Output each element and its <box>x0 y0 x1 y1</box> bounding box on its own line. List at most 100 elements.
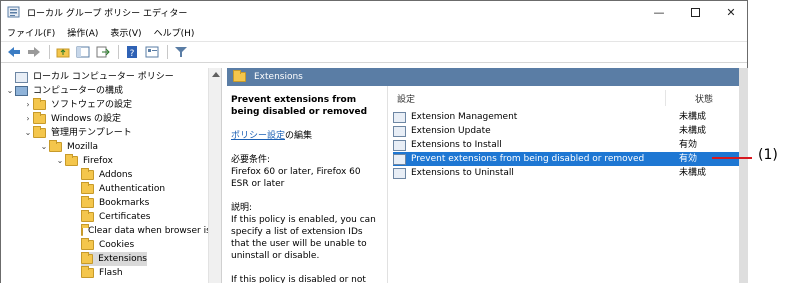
chevron-down-icon[interactable]: ⌄ <box>23 126 33 140</box>
tree-item-computer-configuration[interactable]: ⌄ コンピューターの構成 <box>5 84 123 98</box>
column-header-state[interactable]: 状態 <box>695 92 713 105</box>
policy-description-pane: Prevent extensions from being disabled o… <box>231 94 381 283</box>
back-button[interactable] <box>5 43 23 61</box>
policy-state: 有効 <box>679 154 698 164</box>
maximize-button[interactable] <box>677 1 713 23</box>
tree-item-extensions[interactable]: Extensions <box>81 252 147 266</box>
content-header-title: Extensions <box>254 72 303 82</box>
menu-file[interactable]: ファイル(F) <box>7 26 55 39</box>
tree-item-software-settings[interactable]: › ソフトウェアの設定 <box>23 98 132 112</box>
folder-icon <box>81 182 94 194</box>
export-list-button[interactable] <box>94 43 112 61</box>
chevron-right-icon[interactable]: › <box>23 98 33 112</box>
policy-name: Extension Management <box>411 112 518 122</box>
window-title: ローカル グループ ポリシー エディター <box>27 9 188 19</box>
folder-icon <box>81 168 94 180</box>
content-scrollbar[interactable] <box>739 68 748 283</box>
toolbar-separator <box>118 45 119 59</box>
chevron-down-icon[interactable]: ⌄ <box>55 154 65 168</box>
minimize-button[interactable]: — <box>641 1 677 23</box>
show-hide-tree-button[interactable] <box>74 43 92 61</box>
folder-icon <box>33 126 46 138</box>
group-policy-editor-icon <box>7 6 20 18</box>
title-bar: ローカル グループ ポリシー エディター — ✕ <box>1 1 747 23</box>
folder-icon <box>81 266 94 278</box>
maximize-icon <box>690 7 700 17</box>
policy-row[interactable]: Extensions to Uninstall 未構成 <box>393 166 739 180</box>
tree-item-firefox[interactable]: ⌄ Firefox <box>55 154 113 168</box>
policy-name: Extensions to Install <box>411 140 502 150</box>
tree-item-label: コンピューターの構成 <box>33 86 124 96</box>
tree-item-local-computer-policy[interactable]: ローカル コンピューター ポリシー <box>5 70 174 84</box>
tree-item-label: Extensions <box>98 254 147 264</box>
forward-button[interactable] <box>25 43 43 61</box>
tree-item-label: Firefox <box>83 156 113 166</box>
menu-action[interactable]: 操作(A) <box>67 26 98 39</box>
help-button[interactable]: ? <box>123 43 141 61</box>
tree-item-clear-data[interactable]: Clear data when browser is <box>81 224 208 238</box>
scroll-up-icon[interactable] <box>212 72 220 77</box>
properties-button[interactable] <box>143 43 161 61</box>
tree-item-label: Clear data when browser is <box>88 226 208 236</box>
policy-row[interactable]: Extension Update 未構成 <box>393 124 739 138</box>
folder-icon <box>33 98 46 110</box>
minimize-icon: — <box>653 5 665 19</box>
tree-item-bookmarks[interactable]: Bookmarks <box>81 196 149 210</box>
policy-state: 未構成 <box>679 112 707 122</box>
tree-item-certificates[interactable]: Certificates <box>81 210 150 224</box>
export-icon <box>96 46 110 58</box>
tree-item-flash[interactable]: Flash <box>81 266 123 280</box>
chevron-down-icon[interactable]: ⌄ <box>39 140 49 154</box>
tree-item-cookies[interactable]: Cookies <box>81 238 134 252</box>
tree-item-label: Flash <box>99 268 123 278</box>
help-icon: ? <box>127 46 137 58</box>
tree-item-label: Windows の設定 <box>51 114 122 124</box>
folder-icon <box>81 252 94 264</box>
tree-item-administrative-templates[interactable]: ⌄ 管理用テンプレート <box>23 126 132 140</box>
toolbar-separator <box>167 45 168 59</box>
tree-panel: ローカル コンピューター ポリシー ⌄ コンピューターの構成 › ソフトウェアの… <box>1 68 222 283</box>
filter-button[interactable] <box>172 43 190 61</box>
requirements-text: Firefox 60 or later, Firefox 60 ESR or l… <box>231 167 361 189</box>
description-title: Prevent extensions from being disabled o… <box>231 95 368 117</box>
toolbar: ? <box>1 41 747 63</box>
explanation-label: 説明: <box>231 203 253 213</box>
folder-icon <box>33 112 46 124</box>
folder-icon <box>49 140 62 152</box>
tree-item-windows-settings[interactable]: › Windows の設定 <box>23 112 121 126</box>
menu-help[interactable]: ヘルプ(H) <box>154 26 195 39</box>
column-header-setting[interactable]: 設定 <box>397 92 415 105</box>
tree-item-label: 管理用テンプレート <box>51 128 132 138</box>
tree-item-authentication[interactable]: Authentication <box>81 182 165 196</box>
explanation-text: If this policy is enabled, you can speci… <box>231 215 376 261</box>
content-panel: Extensions Prevent extensions from being… <box>227 68 739 283</box>
setting-icon <box>393 125 406 137</box>
content-header: Extensions <box>227 68 739 86</box>
up-folder-button[interactable] <box>54 43 72 61</box>
close-button[interactable]: ✕ <box>713 1 749 23</box>
tree-item-label: Certificates <box>99 212 151 222</box>
tree-item-label: ローカル コンピューター ポリシー <box>33 72 174 82</box>
explanation-more-text: If this policy is disabled or not <box>231 275 366 283</box>
chevron-down-icon[interactable]: ⌄ <box>5 84 15 98</box>
policy-row[interactable]: Extension Management 未構成 <box>393 110 739 124</box>
tree-scrollbar[interactable] <box>208 68 221 283</box>
tree-item-label: Authentication <box>99 184 166 194</box>
setting-icon <box>393 167 406 179</box>
tree-item-addons[interactable]: Addons <box>81 168 132 182</box>
tree-item-label: Addons <box>99 170 133 180</box>
main-window: ローカル グループ ポリシー エディター — ✕ ファイル(F) 操作(A) 表… <box>0 0 748 283</box>
tree-item-mozilla[interactable]: ⌄ Mozilla <box>39 140 98 154</box>
close-icon: ✕ <box>726 5 736 19</box>
folder-icon <box>65 154 78 166</box>
policy-row[interactable]: Extensions to Install 有効 <box>393 138 739 152</box>
edit-policy-link[interactable]: ポリシー設定 <box>231 131 285 141</box>
policy-row-selected[interactable]: Prevent extensions from being disabled o… <box>393 152 739 166</box>
tree-pane-icon <box>76 46 90 58</box>
requirements-label: 必要条件: <box>231 155 271 165</box>
menu-view[interactable]: 表示(V) <box>110 26 141 39</box>
policy-name: Prevent extensions from being disabled o… <box>411 154 645 164</box>
chevron-right-icon[interactable]: › <box>23 112 33 126</box>
folder-icon <box>81 210 94 222</box>
edit-policy-line: ポリシー設定の編集 <box>231 130 381 142</box>
